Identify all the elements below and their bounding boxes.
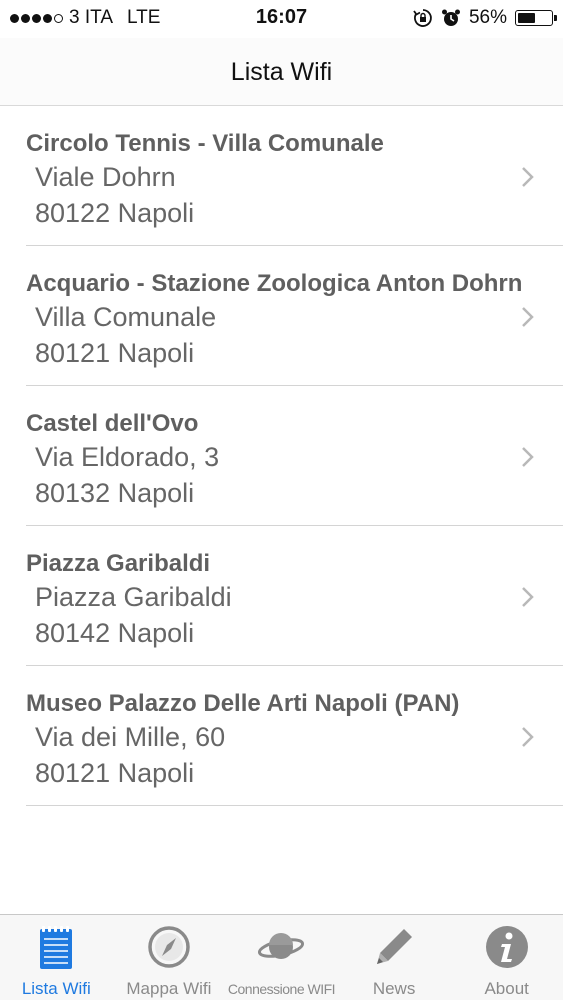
item-name: Piazza Garibaldi [26, 550, 211, 577]
item-name: Acquario - Stazione Zoologica Anton Dohr… [26, 270, 523, 297]
item-city: 80121 Napoli [35, 338, 195, 368]
rotation-lock-icon [413, 9, 432, 27]
status-bar: 3 ITA LTE 16:07 56% [0, 0, 563, 38]
item-name: Castel dell'Ovo [26, 410, 199, 437]
tab-label: News [372, 979, 416, 998]
tab-news[interactable]: News [338, 915, 451, 1000]
chevron-right-icon [522, 587, 534, 607]
item-street: Via Eldorado, 3 [35, 442, 220, 472]
item-city: 80142 Napoli [35, 618, 195, 648]
chevron-right-icon [522, 447, 534, 467]
info-icon [485, 926, 528, 968]
wifi-list: Circolo Tennis - Villa Comunale Viale Do… [0, 106, 563, 806]
tab-label: About [484, 979, 529, 998]
notepad-icon [40, 926, 73, 969]
tab-label: Lista Wifi [21, 979, 91, 998]
item-city: 80132 Napoli [35, 478, 195, 508]
tab-connessione-wifi[interactable]: Connessione WIFI [225, 915, 338, 1000]
item-street: Via dei Mille, 60 [35, 722, 226, 752]
list-item[interactable]: Circolo Tennis - Villa Comunale Viale Do… [26, 106, 563, 246]
list-item[interactable]: Museo Palazzo Delle Arti Napoli (PAN) Vi… [26, 666, 563, 806]
tab-lista-wifi[interactable]: Lista Wifi [0, 915, 113, 1000]
item-city: 80121 Napoli [35, 758, 195, 788]
list-item[interactable]: Castel dell'Ovo Via Eldorado, 3 80132 Na… [26, 386, 563, 526]
alarm-icon [441, 9, 460, 26]
status-right: 56% [413, 7, 557, 29]
battery-fill [518, 13, 535, 23]
item-name: Museo Palazzo Delle Arti Napoli (PAN) [26, 690, 460, 717]
tab-label: Connessione WIFI [227, 981, 336, 997]
planet-icon [258, 933, 305, 959]
list-item[interactable]: Acquario - Stazione Zoologica Anton Dohr… [26, 246, 563, 386]
chevron-right-icon [522, 307, 534, 327]
item-city: 80122 Napoli [35, 198, 195, 228]
tab-label: Mappa Wifi [126, 979, 212, 998]
item-street: Viale Dohrn [35, 162, 176, 192]
navigation-bar: Lista Wifi [0, 38, 563, 106]
battery-icon [515, 10, 557, 26]
tab-bar: Lista Wifi Mappa Wifi Connessione WIFI N… [0, 914, 563, 1000]
compass-icon [148, 926, 190, 968]
pencil-icon [377, 929, 413, 964]
chevron-right-icon [522, 167, 534, 187]
item-street: Villa Comunale [35, 302, 217, 332]
list-item[interactable]: Piazza Garibaldi Piazza Garibaldi 80142 … [26, 526, 563, 666]
item-name: Circolo Tennis - Villa Comunale [26, 130, 384, 157]
page-title: Lista Wifi [230, 58, 333, 86]
tab-about[interactable]: About [450, 915, 563, 1000]
tab-mappa-wifi[interactable]: Mappa Wifi [113, 915, 226, 1000]
chevron-right-icon [522, 727, 534, 747]
battery-percent: 56% [468, 7, 507, 28]
item-street: Piazza Garibaldi [35, 582, 232, 612]
app-screen: 3 ITA LTE 16:07 56% Lista Wifi Circolo T… [0, 0, 563, 1000]
